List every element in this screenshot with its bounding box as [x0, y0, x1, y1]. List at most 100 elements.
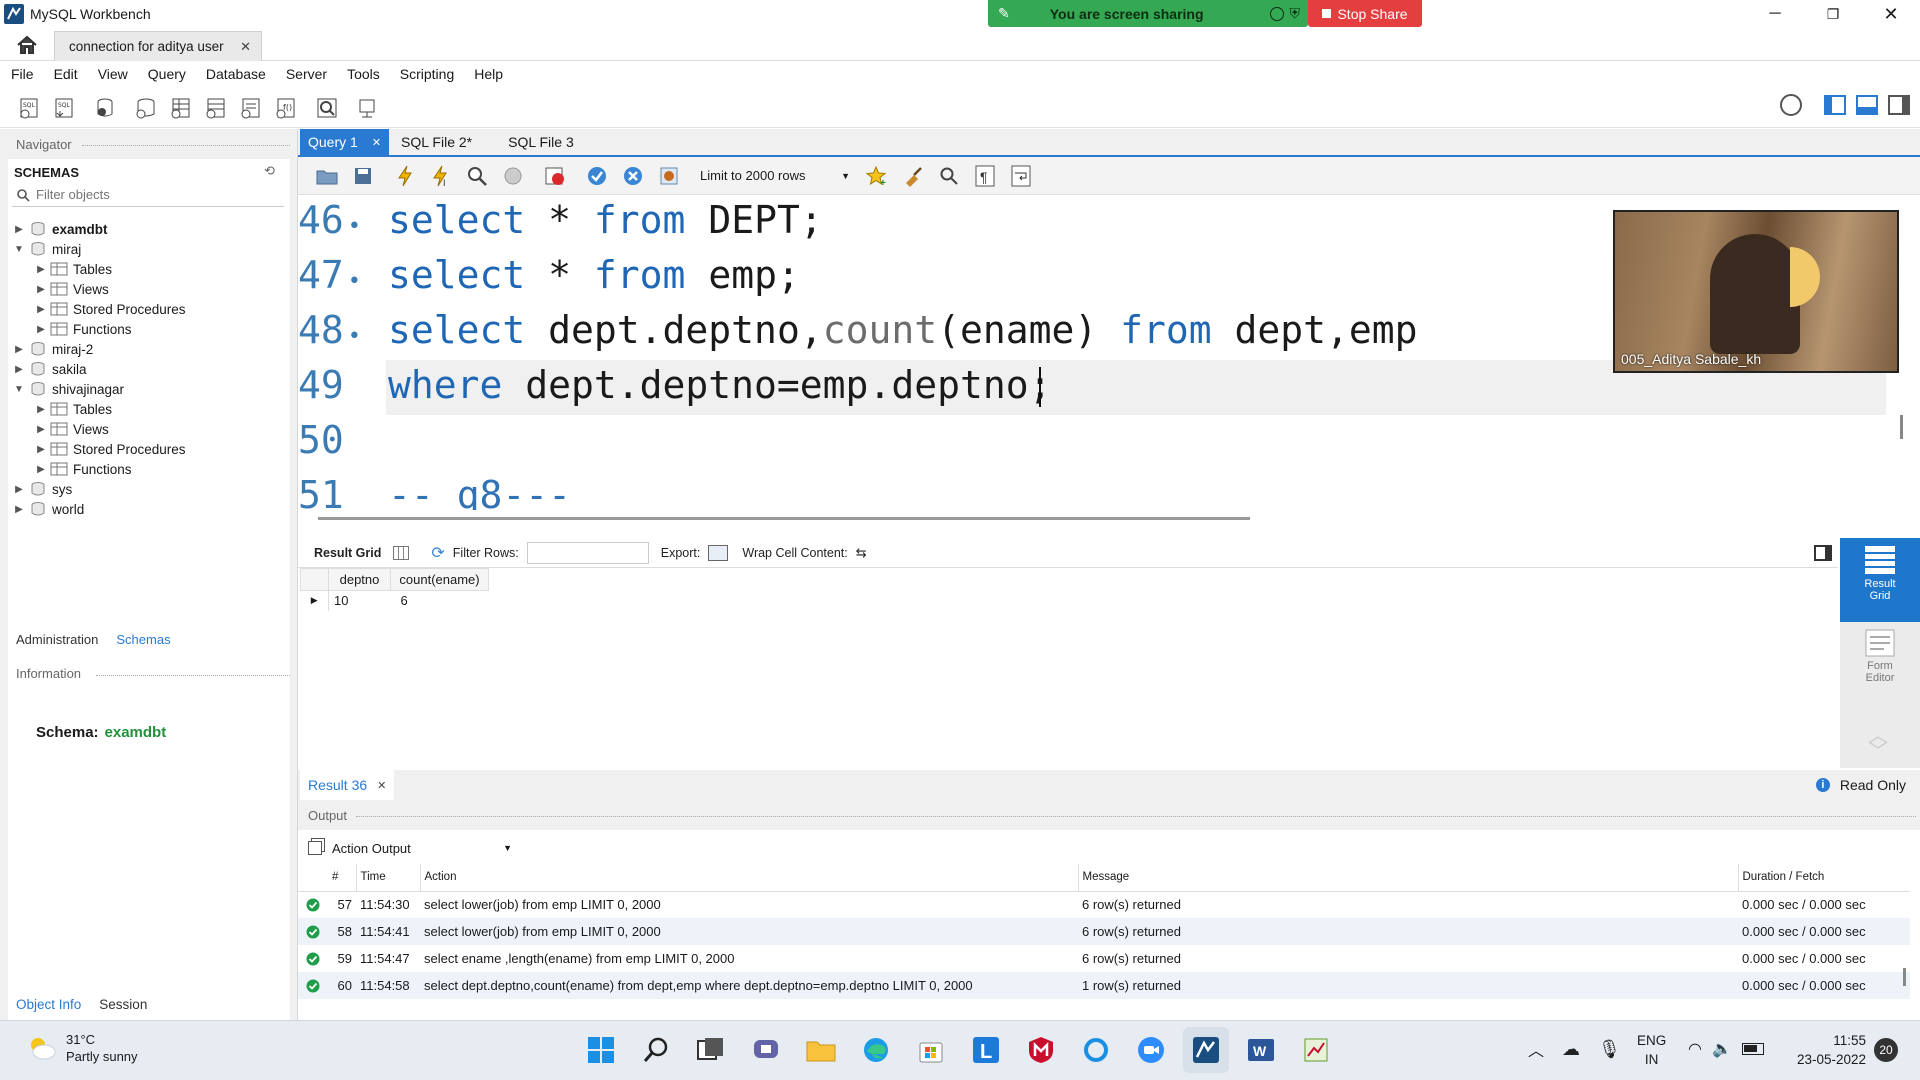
store-button[interactable]	[908, 1027, 954, 1073]
chevron-right-icon[interactable]: ▶	[12, 224, 26, 235]
editor-horizontal-thumb[interactable]	[318, 517, 1250, 520]
schema-item[interactable]: ▶ world	[12, 499, 84, 519]
scroll-up-down-icon[interactable]: ︿ ﹀	[1868, 726, 1888, 762]
execute-button[interactable]	[390, 161, 420, 191]
pencil-icon[interactable]: ✎	[998, 5, 1010, 22]
result-grid-side-button[interactable]: Result Grid	[1840, 538, 1920, 622]
menu-tools[interactable]: Tools	[337, 61, 390, 88]
find-button[interactable]	[934, 161, 964, 191]
tab-schemas[interactable]: Schemas	[106, 627, 181, 651]
stop-query-button[interactable]	[498, 161, 528, 191]
inspector-button[interactable]	[90, 93, 120, 123]
create-procedure-button[interactable]	[236, 93, 266, 123]
schema-item[interactable]: ▶ sys	[12, 479, 72, 499]
search-table-data-button[interactable]	[312, 93, 342, 123]
column-header[interactable]: count(ename)	[390, 568, 489, 591]
teams-chat-button[interactable]	[743, 1027, 789, 1073]
tab-result-36[interactable]: Result 36 ✕	[300, 770, 395, 800]
filter-objects-input[interactable]	[36, 187, 276, 202]
tab-sql-file-3[interactable]: SQL File 3	[484, 134, 598, 150]
mysql-workbench-taskbar-button[interactable]	[1183, 1027, 1229, 1073]
invisible-chars-button[interactable]: ¶	[970, 161, 1000, 191]
chevron-right-icon[interactable]: ▶	[12, 364, 26, 375]
menu-file[interactable]: File	[1, 61, 44, 88]
add-snippet-button[interactable]: +	[862, 161, 892, 191]
menu-query[interactable]: Query	[138, 61, 196, 88]
copy-output-icon[interactable]	[308, 841, 322, 855]
open-sql-script-button[interactable]: SQL	[49, 93, 79, 123]
toggle-secondary-sidebar-button[interactable]	[1888, 95, 1910, 115]
filter-rows-input[interactable]	[526, 541, 649, 564]
schema-child-item[interactable]: ▶ Views	[34, 419, 109, 439]
toggle-sidebar-button[interactable]	[1824, 95, 1846, 115]
show-hidden-icons[interactable]: ︿	[1528, 1037, 1544, 1061]
create-schema-button[interactable]	[131, 93, 161, 123]
editor-vertical-scrollbar[interactable]	[1900, 415, 1903, 439]
code-line[interactable]: 48 • select dept.deptno,count(ename) from …	[298, 303, 1418, 358]
language-indicator[interactable]: ENG IN	[1637, 1031, 1666, 1069]
code-line[interactable]: 51 -- q8---	[298, 468, 571, 510]
toggle-panel-icon[interactable]	[1814, 544, 1832, 561]
pause-icon[interactable]	[1269, 6, 1284, 21]
code-line[interactable]: 50	[298, 413, 388, 468]
limit-rows-select[interactable]: Limit to 2000 rows ▼	[700, 163, 850, 189]
refresh-icon[interactable]: ⟳	[431, 543, 444, 563]
tab-sql-file-2[interactable]: SQL File 2*	[389, 134, 484, 150]
edge-button[interactable]	[853, 1027, 899, 1073]
row-selector-icon[interactable]: ▶	[300, 590, 329, 611]
word-button[interactable]: W	[1238, 1027, 1284, 1073]
settings-gear-icon[interactable]	[1780, 94, 1802, 116]
schema-item[interactable]: ▼ miraj	[12, 239, 81, 259]
chevron-right-icon[interactable]: ▶	[12, 504, 26, 515]
zoom-button[interactable]	[1128, 1027, 1174, 1073]
chevron-right-icon[interactable]: ▶	[34, 324, 48, 335]
start-button[interactable]	[578, 1027, 624, 1073]
taskbar-search-button[interactable]	[633, 1027, 679, 1073]
chevron-down-icon[interactable]: ▼	[12, 384, 26, 395]
chevron-right-icon[interactable]: ▶	[34, 404, 48, 415]
menu-edit[interactable]: Edit	[44, 61, 88, 88]
schema-item[interactable]: ▶ sakila	[12, 359, 86, 379]
close-result-tab-icon[interactable]: ✕	[377, 779, 386, 792]
close-connection-tab-icon[interactable]: ✕	[240, 39, 251, 55]
close-window-button[interactable]: ✕	[1862, 4, 1920, 25]
tab-administration[interactable]: Administration	[8, 632, 106, 647]
refresh-schemas-icon[interactable]: ⟲	[264, 163, 275, 179]
code-line[interactable]: 49 where dept.deptno=emp.deptno;	[298, 358, 1051, 413]
result-table[interactable]: deptno count(ename) ▶ 10 6	[300, 568, 489, 611]
explain-button[interactable]	[462, 161, 492, 191]
restore-button[interactable]: ❐	[1804, 6, 1862, 23]
tab-session[interactable]: Session	[89, 997, 157, 1012]
chevron-right-icon[interactable]: ▶	[34, 284, 48, 295]
reconnect-button[interactable]	[353, 93, 383, 123]
autocommit-button[interactable]	[654, 161, 684, 191]
table-row[interactable]: ▶ 10 6	[300, 590, 489, 611]
app-chart-button[interactable]	[1293, 1027, 1339, 1073]
microphone-icon[interactable]: 🎙	[1598, 1039, 1621, 1060]
wrap-cell-icon[interactable]: ⇆	[856, 545, 867, 561]
output-scrollbar[interactable]	[1903, 968, 1906, 986]
menu-scripting[interactable]: Scripting	[390, 61, 464, 88]
filter-objects-field[interactable]	[12, 183, 284, 207]
editor-horizontal-scrollbar[interactable]	[298, 515, 1898, 523]
schema-child-item[interactable]: ▶ Tables	[34, 399, 112, 419]
weather-widget[interactable]: 31°C Partly sunny	[26, 1031, 138, 1065]
menu-database[interactable]: Database	[196, 61, 276, 88]
create-table-button[interactable]	[166, 93, 196, 123]
beautify-button[interactable]	[898, 161, 928, 191]
menu-server[interactable]: Server	[276, 61, 337, 88]
clock[interactable]: 11:55 23-05-2022	[1786, 1031, 1866, 1069]
form-editor-side-button[interactable]: Form Editor	[1840, 628, 1920, 708]
schema-child-item[interactable]: ▶ Stored Procedures	[34, 439, 185, 459]
chevron-right-icon[interactable]: ▶	[34, 424, 48, 435]
schema-item[interactable]: ▶ miraj-2	[12, 339, 93, 359]
cell-count[interactable]: 6	[391, 591, 489, 611]
code-line[interactable]: 47 • select * from emp;	[298, 248, 800, 303]
mcafee-button[interactable]	[1018, 1027, 1064, 1073]
wifi-icon[interactable]: ◠	[1688, 1039, 1702, 1059]
column-header[interactable]: deptno	[328, 568, 391, 591]
volume-icon[interactable]: 🔈	[1712, 1039, 1732, 1059]
save-button[interactable]	[348, 161, 378, 191]
table-row[interactable]: 59 11:54:47 select ename ,length(ename) fr…	[298, 945, 1910, 972]
export-icon[interactable]	[708, 544, 729, 561]
